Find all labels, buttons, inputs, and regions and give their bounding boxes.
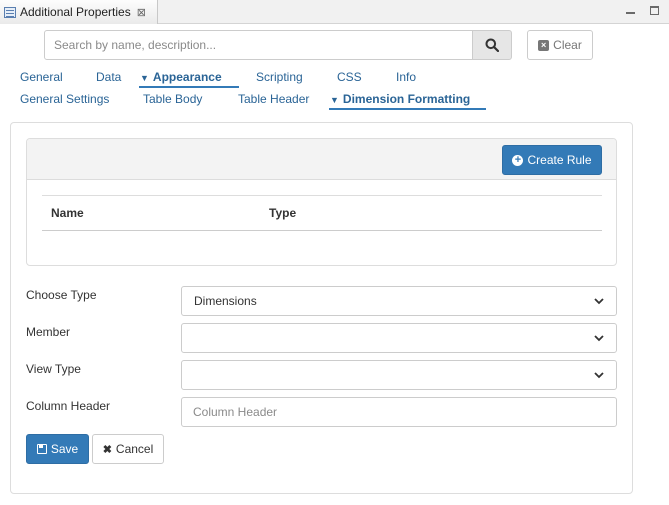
tab-appearance-label: Appearance	[152, 70, 222, 84]
minimize-icon	[625, 12, 635, 14]
rules-table-header-border	[42, 230, 602, 231]
save-button-label: Save	[50, 442, 79, 456]
active-tab-indicator	[139, 86, 239, 88]
tab-general-settings[interactable]: General Settings	[20, 92, 109, 106]
choose-type-value: Dimensions	[194, 294, 257, 308]
choose-type-label: Choose Type	[26, 288, 97, 302]
cancel-button-label: Cancel	[115, 442, 154, 456]
close-icon[interactable]: ⊠	[137, 6, 146, 19]
clear-button[interactable]: × Clear	[527, 30, 593, 60]
member-label: Member	[26, 325, 71, 339]
chevron-down-icon	[594, 335, 604, 342]
chevron-down-icon: ▼	[140, 73, 149, 83]
cancel-button[interactable]: ✖ Cancel	[92, 434, 164, 464]
tab-general[interactable]: General	[20, 70, 63, 84]
window-controls	[623, 3, 661, 17]
chevron-down-icon	[594, 298, 604, 305]
clear-icon: ×	[538, 39, 550, 51]
tab-scripting[interactable]: Scripting	[256, 70, 303, 84]
column-header-label: Column Header	[26, 399, 111, 413]
view-tab-title: Additional Properties	[20, 5, 131, 19]
column-header-name: Name	[51, 206, 84, 220]
rules-box: + Create Rule Name Type	[26, 138, 617, 266]
choose-type-select[interactable]: Dimensions	[181, 286, 617, 316]
tab-css[interactable]: CSS	[337, 70, 362, 84]
column-header-input[interactable]	[181, 397, 617, 427]
properties-view-icon	[4, 6, 16, 18]
view-type-select[interactable]	[181, 360, 617, 390]
save-icon	[36, 444, 47, 454]
search-button[interactable]	[472, 30, 512, 60]
tab-dimension-formatting[interactable]: ▼ Dimension Formatting	[330, 92, 470, 106]
plus-circle-icon: +	[512, 154, 524, 166]
search-input[interactable]	[44, 30, 473, 60]
view-tab-additional-properties[interactable]: Additional Properties ⊠	[0, 0, 158, 24]
chevron-down-icon: ▼	[330, 95, 339, 105]
member-select[interactable]	[181, 323, 617, 353]
active-subtab-indicator	[329, 108, 486, 110]
save-button[interactable]: Save	[26, 434, 89, 464]
clear-button-label: Clear	[553, 38, 582, 52]
maximize-icon	[649, 5, 659, 15]
minimize-button[interactable]	[623, 3, 637, 17]
chevron-down-icon	[594, 372, 604, 379]
view-titlebar: Additional Properties ⊠	[0, 0, 669, 24]
tab-info[interactable]: Info	[396, 70, 416, 84]
search-icon	[485, 38, 499, 52]
maximize-button[interactable]	[647, 3, 661, 17]
tab-table-body[interactable]: Table Body	[143, 92, 202, 106]
view-type-label: View Type	[26, 362, 81, 376]
create-rule-label: Create Rule	[527, 153, 592, 167]
rules-toolbar: + Create Rule	[27, 139, 616, 180]
column-header-type: Type	[269, 206, 297, 220]
tab-table-header[interactable]: Table Header	[238, 92, 309, 106]
tab-dimension-formatting-label: Dimension Formatting	[342, 92, 471, 106]
close-icon: ✖	[102, 443, 112, 456]
tab-appearance[interactable]: ▼ Appearance	[140, 70, 222, 84]
create-rule-button[interactable]: + Create Rule	[502, 145, 602, 175]
rules-table-divider	[42, 195, 602, 196]
tab-data[interactable]: Data	[96, 70, 121, 84]
